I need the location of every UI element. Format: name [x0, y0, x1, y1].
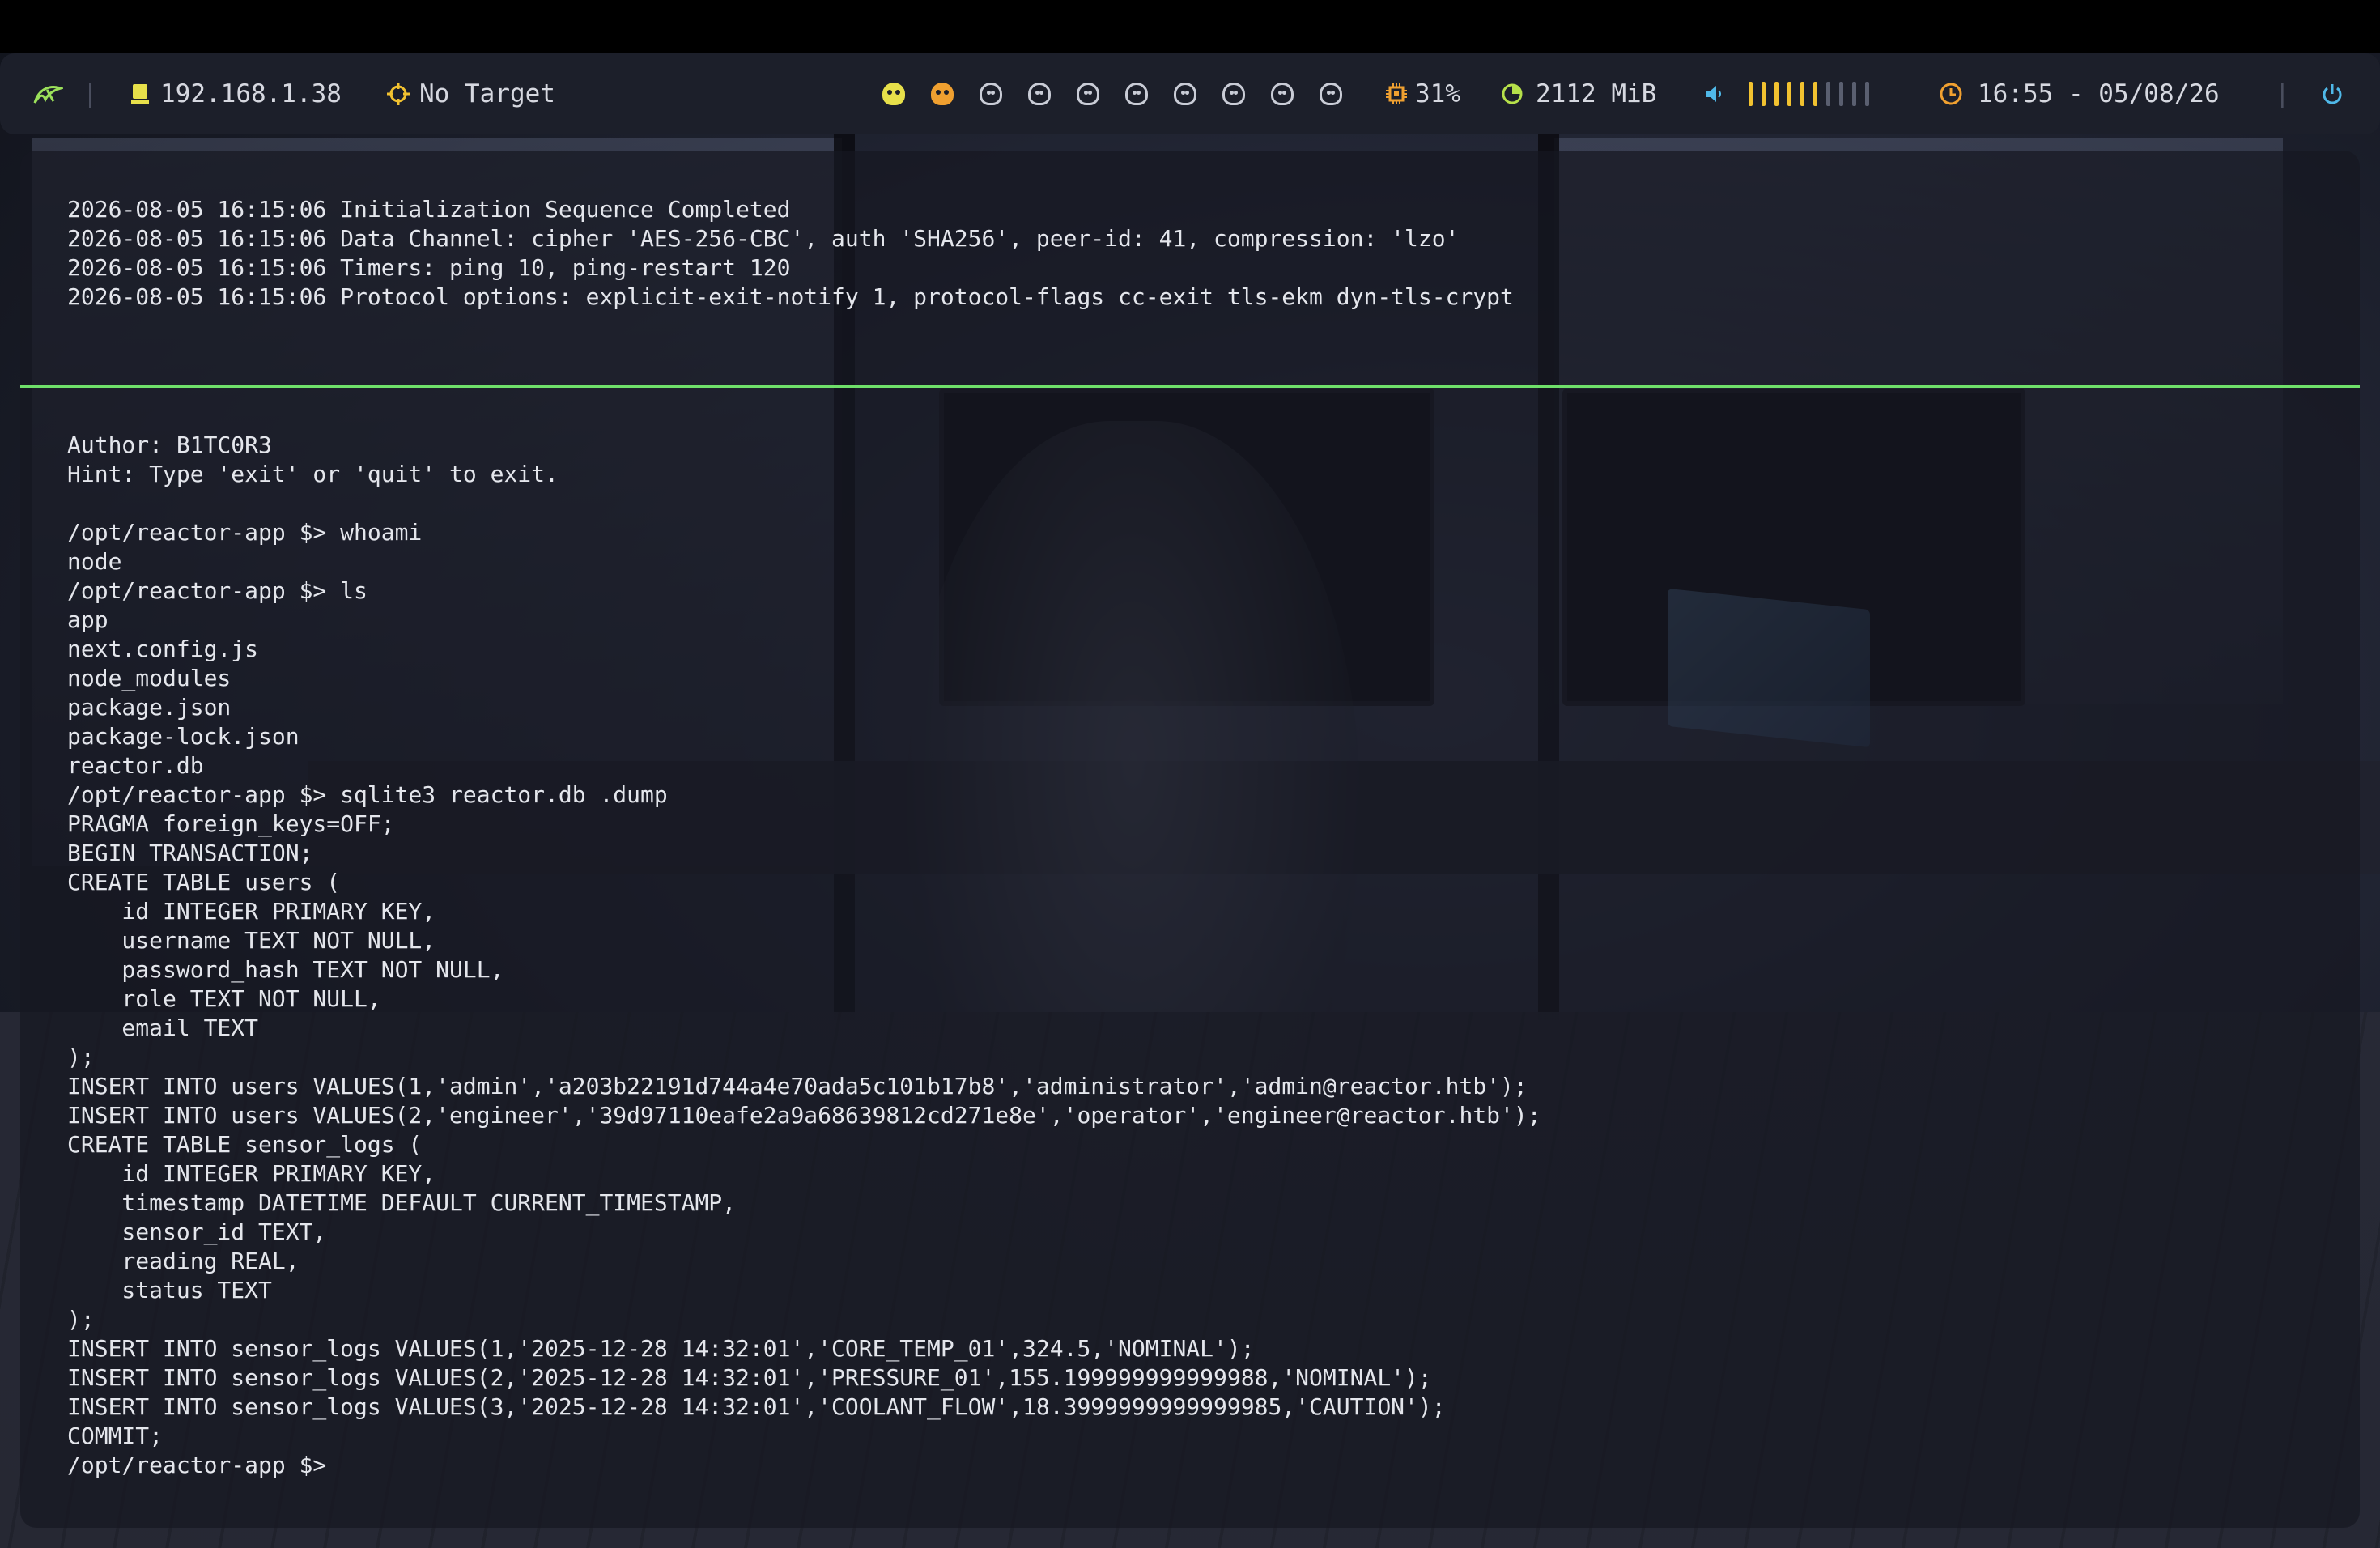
terminal-line: COMMIT; [67, 1423, 164, 1449]
ip-module[interactable]: 192.168.1.38 [130, 53, 342, 134]
workspace-8-skull-icon[interactable] [1222, 83, 1245, 105]
power-button[interactable] [2320, 53, 2344, 134]
volume-tick [1813, 82, 1817, 106]
separator: | [83, 79, 98, 108]
workspace-5-skull-icon[interactable] [1077, 83, 1099, 105]
terminal-line: INSERT INTO sensor_logs VALUES(2,'2025-1… [67, 1364, 1432, 1391]
terminal-line: CREATE TABLE sensor_logs ( [67, 1131, 423, 1158]
clock-module[interactable]: 16:55 - 05/08/26 [1939, 53, 2220, 134]
cpu-usage: 31% [1415, 79, 1460, 108]
terminal-line: email TEXT [67, 1014, 259, 1041]
terminal-line: username TEXT NOT NULL, [67, 927, 436, 954]
terminal-line: INSERT INTO sensor_logs VALUES(1,'2025-1… [67, 1335, 1255, 1362]
launcher-button[interactable] [32, 53, 63, 134]
workspace-1-skull-icon[interactable] [882, 83, 905, 105]
power-icon [2323, 84, 2342, 104]
terminal-line: role TEXT NOT NULL, [67, 985, 381, 1012]
terminal-line: password_hash TEXT NOT NULL, [67, 956, 504, 983]
cpu-module[interactable]: 31% [1384, 53, 1460, 134]
terminal-line: 2026-08-05 16:15:06 Timers: ping 10, pin… [67, 254, 791, 281]
terminal-line: /opt/reactor-app $> ls [67, 577, 368, 604]
terminal-line: app [67, 606, 108, 633]
terminal-line: reactor.db [67, 752, 204, 779]
workspace-list [882, 53, 1342, 134]
terminal-pane-vpn-log[interactable]: 2026-08-05 16:15:06 Initialization Seque… [20, 151, 2360, 385]
speaker-icon [1706, 86, 1721, 102]
terminal-line: ); [67, 1044, 95, 1070]
terminal-line: package-lock.json [67, 723, 300, 750]
workspace-10-skull-icon[interactable] [1320, 83, 1342, 105]
terminal-line: Hint: Type 'exit' or 'quit' to exit. [67, 461, 559, 487]
terminal-line: package.json [67, 694, 232, 721]
volume-tick [1865, 82, 1869, 106]
target-label: No Target [419, 79, 555, 108]
clock-text: 16:55 - 05/08/26 [1978, 79, 2220, 108]
memory-module[interactable]: 2112 MiB [1500, 53, 1656, 134]
terminal-line: /opt/reactor-app $> sqlite3 reactor.db .… [67, 781, 668, 808]
workspace-3-skull-icon[interactable] [980, 83, 1002, 105]
separator: | [2275, 79, 2290, 108]
terminal-line: next.config.js [67, 636, 259, 662]
volume-module[interactable] [1703, 53, 1878, 134]
volume-tick [1749, 82, 1753, 106]
terminal-prompt[interactable]: /opt/reactor-app $> [67, 1451, 2360, 1480]
volume-tick [1852, 82, 1856, 106]
terminal-line: Author: B1TC0R3 [67, 432, 272, 458]
volume-tick [1800, 82, 1804, 106]
terminal-line: /opt/reactor-app $> whoami [67, 519, 423, 546]
screen-top-edge [0, 0, 2380, 53]
terminal-pane-shell[interactable]: Author: B1TC0R3 Hint: Type 'exit' or 'qui… [20, 388, 2360, 1528]
terminal-line: sensor_id TEXT, [67, 1218, 327, 1245]
arch-leaf-icon [33, 86, 63, 104]
clock-icon [1940, 83, 1962, 105]
volume-slider[interactable] [1749, 82, 1878, 106]
volume-tick [1839, 82, 1843, 106]
terminal-line: 2026-08-05 16:15:06 Data Channel: cipher… [67, 225, 1460, 252]
ip-address: 192.168.1.38 [160, 79, 342, 108]
terminal-line: PRAGMA foreign_keys=OFF; [67, 810, 395, 837]
terminal-line: INSERT INTO users VALUES(2,'engineer','3… [67, 1102, 1541, 1129]
terminal-line: ); [67, 1306, 95, 1333]
target-module[interactable]: No Target [387, 53, 555, 134]
workspace-9-skull-icon[interactable] [1271, 83, 1294, 105]
terminal-line: BEGIN TRANSACTION; [67, 840, 313, 866]
terminal-line: 2026-08-05 16:15:06 Initialization Seque… [67, 196, 791, 223]
terminal-line: timestamp DATETIME DEFAULT CURRENT_TIMES… [67, 1189, 737, 1216]
workspace-4-skull-icon[interactable] [1028, 83, 1051, 105]
terminal-line: 2026-08-05 16:15:06 Protocol options: ex… [67, 283, 1514, 310]
memory-usage: 2112 MiB [1536, 79, 1657, 108]
terminal-line: id INTEGER PRIMARY KEY, [67, 1160, 436, 1187]
volume-tick [1774, 82, 1779, 106]
terminal-line: node [67, 548, 122, 575]
terminal-line: INSERT INTO sensor_logs VALUES(3,'2025-1… [67, 1393, 1446, 1420]
volume-tick [1762, 82, 1766, 106]
crosshair-icon [387, 83, 410, 105]
workspace-2-skull-icon[interactable] [931, 83, 954, 105]
desktop: | 192.168.1.38 No Target 31% 2112 MiB 16… [0, 0, 2380, 1548]
terminal-line: node_modules [67, 665, 232, 691]
volume-tick [1826, 82, 1830, 106]
memory-pie-icon [1502, 83, 1523, 104]
volume-tick [1787, 82, 1791, 106]
terminal-line: reading REAL, [67, 1248, 300, 1274]
workspace-6-skull-icon[interactable] [1125, 83, 1148, 105]
terminal-line: id INTEGER PRIMARY KEY, [67, 898, 436, 925]
monitor-icon [131, 84, 149, 104]
status-bar: | 192.168.1.38 No Target 31% 2112 MiB 16… [0, 53, 2380, 134]
workspace-7-skull-icon[interactable] [1174, 83, 1196, 105]
terminal-line: INSERT INTO users VALUES(1,'admin','a203… [67, 1073, 1528, 1099]
cpu-icon [1386, 83, 1407, 104]
terminal-line: CREATE TABLE users ( [67, 869, 341, 895]
terminal-line: status TEXT [67, 1277, 272, 1303]
